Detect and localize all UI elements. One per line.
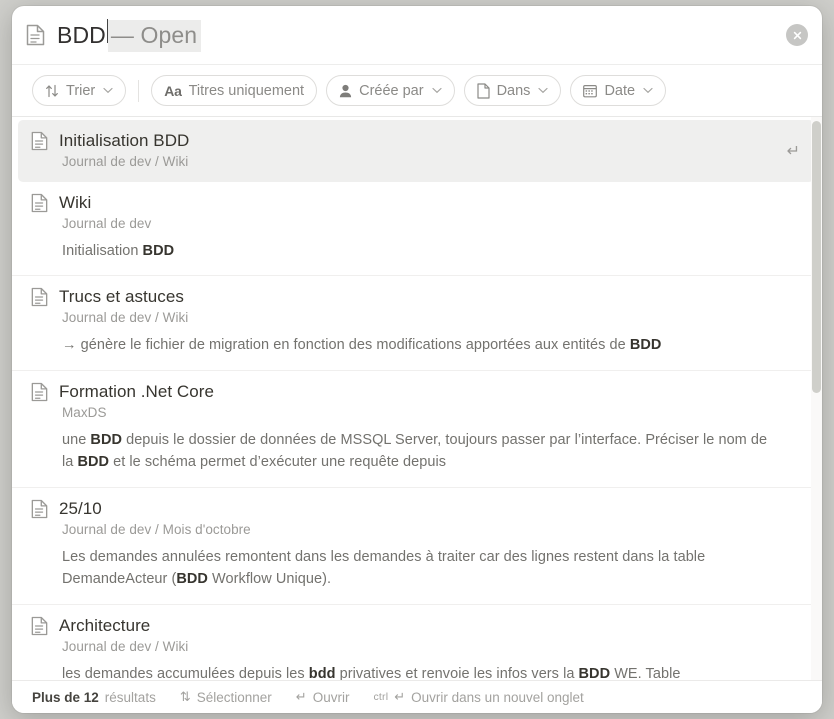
snippet-text: Initialisation: [62, 243, 143, 259]
result-title: Wiki: [59, 193, 92, 212]
result-snippet: → génère le fichier de migration en fonc…: [62, 334, 777, 356]
chevron-down-icon: [643, 87, 653, 94]
filter-chip-trier[interactable]: Trier: [32, 75, 127, 106]
document-icon: [26, 24, 45, 46]
result-row-header: Wiki: [31, 193, 782, 213]
snippet-match: bdd: [308, 665, 336, 680]
results-scrollbar[interactable]: [811, 117, 822, 680]
search-modal: BDD — Open Trier Aa Titres uniquement Cr…: [12, 6, 822, 713]
enter-key-icon: ↵: [786, 142, 800, 160]
result-breadcrumb: Journal de dev / Wiki: [62, 310, 189, 326]
person-icon: [339, 84, 352, 98]
document-icon: [31, 382, 48, 402]
document-icon: [31, 499, 48, 519]
document-icon: [31, 193, 48, 213]
filter-chip-creee-par[interactable]: Créée par: [326, 75, 455, 106]
result-breadcrumb: Journal de dev / Wiki: [62, 154, 189, 169]
hint-open-new-tab-label: Ouvrir dans un nouvel onglet: [411, 689, 584, 705]
snippet-text: privatives et renvoie les infos vers la: [335, 665, 579, 680]
search-query-text: BDD: [57, 21, 106, 48]
result-title: Initialisation BDD: [59, 131, 190, 150]
document-icon: [31, 287, 48, 307]
hint-select-label: Sélectionner: [196, 689, 272, 705]
result-row-header: Initialisation BDD: [31, 131, 774, 151]
filter-chip-dans[interactable]: Dans: [463, 75, 562, 106]
snippet-text: WE. Table: [610, 665, 681, 680]
snippet-text: Workflow Unique).: [207, 571, 332, 588]
result-snippet: une BDD depuis le dossier de données de …: [62, 429, 777, 474]
search-bar: BDD — Open: [12, 6, 822, 64]
close-button[interactable]: [786, 24, 808, 46]
snippet-text: Les demandes annulées remontent dans les…: [62, 548, 706, 588]
document-icon: [31, 131, 48, 151]
result-snippet: Initialisation BDD: [62, 240, 777, 262]
filter-chip-label: Dans: [496, 82, 531, 99]
filter-chip-label: Titres uniquement: [188, 82, 305, 99]
snippet-text: et le schéma permet d’exécuter une requê…: [109, 454, 447, 471]
sort-arrows-icon: ⇅: [179, 689, 191, 704]
result-count-label: résultats: [104, 689, 156, 705]
filter-chip-label: Date: [604, 82, 636, 99]
filter-chip-label: Créée par: [359, 82, 424, 99]
filter-chip-label: Trier: [66, 82, 96, 99]
result-row[interactable]: Formation .Net Core MaxDS une BDD depuis l…: [12, 371, 822, 488]
calendar-icon: [583, 84, 598, 98]
result-breadcrumb: Journal de dev: [62, 216, 152, 231]
enter-key-icon: ↵: [394, 689, 406, 704]
snippet-match: BDD: [142, 243, 175, 259]
snippet-match: BDD: [176, 571, 208, 588]
result-row[interactable]: 25/10 Journal de dev / Mois d'octobre Les …: [12, 488, 822, 605]
hint-open-label: Ouvrir: [312, 689, 350, 705]
result-snippet: Les demandes annulées remontent dans les…: [62, 546, 777, 591]
snippet-text: → génère le fichier de migration en fonc…: [62, 337, 630, 354]
result-row[interactable]: Trucs et astuces Journal de dev / Wiki → g…: [12, 276, 822, 371]
chevron-down-icon: [431, 87, 442, 94]
search-input[interactable]: BDD — Open: [57, 18, 778, 52]
result-row-header: Formation .Net Core: [31, 382, 782, 402]
scrollbar-thumb[interactable]: [812, 121, 821, 393]
result-count-value: Plus de 12: [32, 689, 99, 705]
filter-chip-titres-uniquement[interactable]: Aa Titres uniquement: [151, 75, 318, 106]
footer-hints: Plus de 12 résultats ⇅ Sélectionner ↵ Ou…: [12, 680, 822, 713]
chevron-down-icon: [538, 87, 549, 94]
result-row[interactable]: Architecture Journal de dev / Wiki les dem…: [12, 605, 822, 680]
result-breadcrumb: Journal de dev / Wiki: [62, 638, 189, 654]
results-list: Initialisation BDD Journal de dev / Wiki ↵…: [12, 117, 822, 680]
document-icon: [31, 616, 48, 636]
result-count: Plus de 12 résultats: [32, 690, 156, 705]
result-row-header: Architecture: [31, 616, 782, 636]
result-row[interactable]: Wiki Journal de dev Initialisation BDD: [12, 182, 822, 277]
result-row[interactable]: Initialisation BDD Journal de dev / Wiki ↵: [18, 120, 814, 182]
hint-open-new-tab: ctrl ↵ Ouvrir dans un nouvel onglet: [373, 689, 583, 705]
result-breadcrumb: MaxDS: [62, 404, 107, 420]
result-title: Architecture: [59, 615, 151, 635]
hint-select: ⇅ Sélectionner: [180, 689, 272, 705]
page-icon: [476, 82, 490, 99]
snippet-match: BDD: [90, 431, 122, 448]
result-snippet: les demandes accumulées depuis les bdd p…: [62, 663, 777, 680]
filter-chip-date[interactable]: Date: [570, 75, 667, 106]
hint-open: ↵ Ouvrir: [296, 689, 350, 705]
snippet-match: BDD: [629, 337, 662, 354]
result-title: 25/10: [59, 498, 102, 518]
result-row-header: Trucs et astuces: [31, 287, 782, 307]
ctrl-key-label: ctrl: [373, 691, 389, 703]
result-breadcrumb: Journal de dev / Mois d'octobre: [62, 521, 251, 537]
filter-bar: Trier Aa Titres uniquement Créée par Dan…: [12, 64, 822, 117]
enter-key-icon: ↵: [295, 689, 307, 704]
snippet-text: une: [62, 431, 91, 448]
chevron-down-icon: [103, 87, 113, 94]
search-suggestion-text: — Open: [107, 19, 202, 52]
result-title: Formation .Net Core: [59, 381, 214, 401]
sort-arrows-icon: [45, 84, 59, 98]
snippet-text: les demandes accumulées depuis les: [62, 665, 309, 680]
snippet-match: BDD: [578, 665, 611, 680]
result-title: Trucs et astuces: [59, 287, 184, 307]
close-icon: [792, 30, 803, 41]
result-row-header: 25/10: [31, 499, 782, 519]
filter-divider: [138, 79, 140, 102]
snippet-match: BDD: [77, 454, 110, 471]
aa-text-icon: Aa: [164, 82, 182, 99]
